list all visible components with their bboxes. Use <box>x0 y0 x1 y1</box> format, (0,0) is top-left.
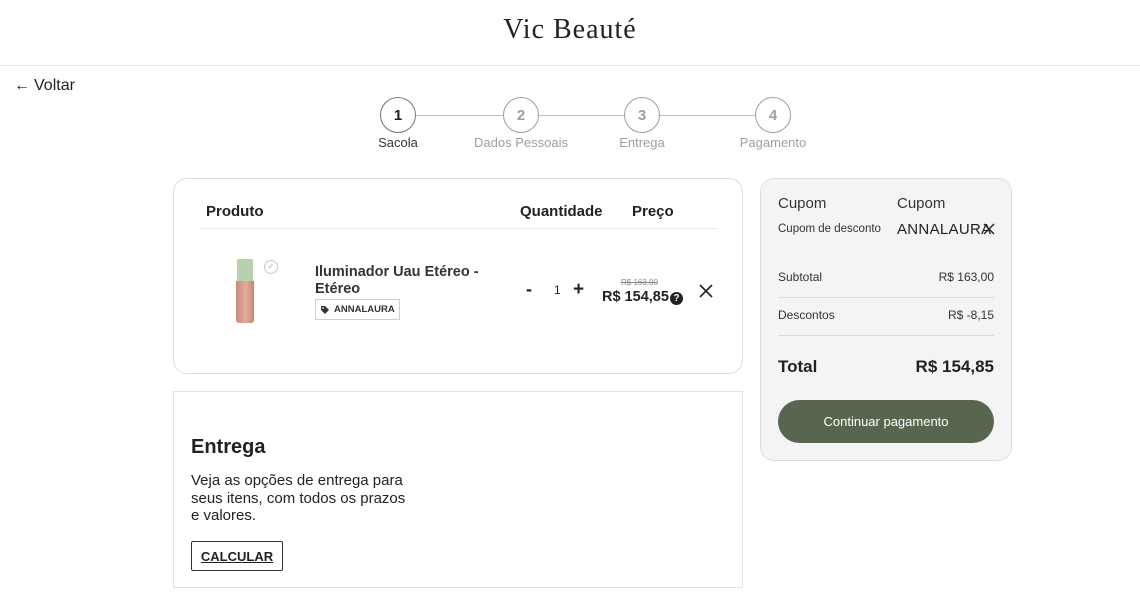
remove-item-close-icon[interactable] <box>698 283 714 299</box>
step-number: 2 <box>503 97 539 133</box>
brand-logo[interactable]: Vic Beauté <box>0 14 1140 46</box>
step-label: Dados Pessoais <box>474 135 568 150</box>
step-pagamento[interactable]: 4 Pagamento <box>713 97 833 150</box>
column-header-product: Produto <box>206 203 264 220</box>
quantity-increase-button[interactable]: + <box>573 279 584 301</box>
cart-card: Produto Quantidade Preço ✓ Iluminador Ua… <box>173 178 743 374</box>
product-body <box>236 281 254 323</box>
header: Vic Beauté <box>0 0 1140 66</box>
step-entrega[interactable]: 3 Entrega <box>582 97 702 150</box>
step-label: Sacola <box>378 135 418 150</box>
coupon-description: Cupom de desconto <box>778 223 881 235</box>
coupon-tag-label: ANNALAURA <box>334 304 395 315</box>
discounted-price: R$ 154,85 <box>602 289 669 305</box>
shipping-card: Entrega Veja as opções de entrega para s… <box>173 391 743 588</box>
step-label: Entrega <box>619 135 665 150</box>
step-number: 3 <box>624 97 660 133</box>
coupon-applied-label: Cupom <box>897 195 946 212</box>
subtotal-label: Subtotal <box>778 270 823 284</box>
shipping-description: Veja as opções de entrega para seus iten… <box>191 472 406 524</box>
total-label: Total <box>778 357 818 376</box>
tag-icon <box>321 305 329 314</box>
total-value: R$ 154,85 <box>915 357 994 376</box>
order-summary-card: Cupom Cupom de desconto Cupom ANNALAURA … <box>760 178 1012 461</box>
step-number: 4 <box>755 97 791 133</box>
step-label: Pagamento <box>739 135 807 150</box>
vegan-badge-icon: ✓ <box>264 260 278 274</box>
quantity-value: 1 <box>554 283 561 297</box>
coupon-code: ANNALAURA <box>897 221 992 238</box>
step-sacola[interactable]: 1 Sacola <box>338 97 458 150</box>
checkout-stepper: 1 Sacola 2 Dados Pessoais 3 Entrega 4 Pa… <box>350 97 820 153</box>
applied-coupon-tag: ANNALAURA <box>315 299 400 320</box>
summary-divider <box>778 335 994 336</box>
original-price: R$ 163,00 <box>621 278 658 287</box>
help-icon[interactable]: ? <box>670 292 683 305</box>
summary-divider <box>778 297 994 298</box>
calculate-shipping-button[interactable]: CALCULAR <box>191 541 283 571</box>
column-header-quantity: Quantidade <box>520 203 603 220</box>
arrow-left-icon: ← <box>14 77 30 94</box>
quantity-decrease-button[interactable]: - <box>526 279 532 300</box>
remove-coupon-close-icon[interactable] <box>983 223 995 235</box>
column-header-price: Preço <box>632 203 674 220</box>
back-link[interactable]: ← Voltar <box>14 77 75 95</box>
continue-payment-button[interactable]: Continuar pagamento <box>778 400 994 443</box>
product-name[interactable]: Iluminador Uau Etéreo - Etéreo <box>315 264 485 298</box>
product-image[interactable] <box>234 259 256 325</box>
discount-label: Descontos <box>778 308 835 322</box>
back-label: Voltar <box>34 77 75 94</box>
coupon-label: Cupom <box>778 195 827 212</box>
step-dados-pessoais[interactable]: 2 Dados Pessoais <box>461 97 581 150</box>
product-cap <box>237 259 253 281</box>
shipping-title: Entrega <box>191 436 266 458</box>
cart-table-header: Produto Quantidade Preço <box>200 199 718 229</box>
subtotal-value: R$ 163,00 <box>938 270 994 284</box>
step-number: 1 <box>380 97 416 133</box>
discount-value: R$ -8,15 <box>947 308 994 322</box>
